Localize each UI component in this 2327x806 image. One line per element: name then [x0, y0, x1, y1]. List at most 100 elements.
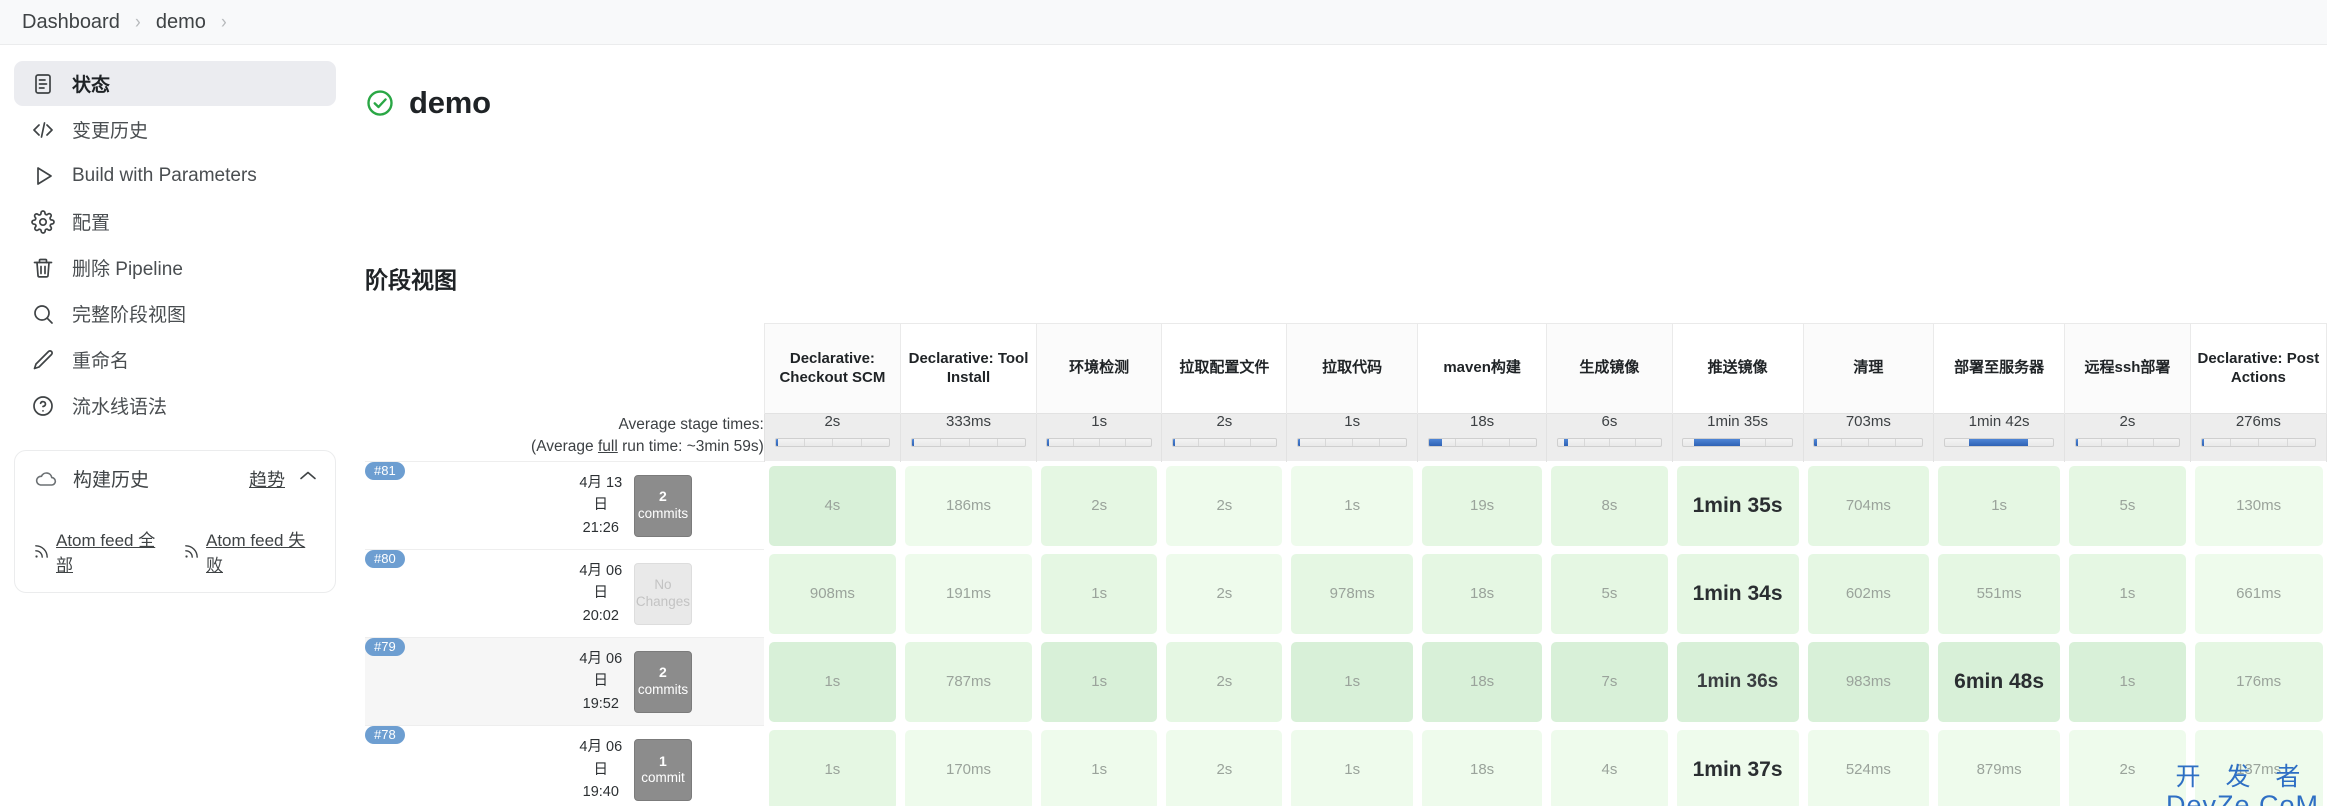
sidebar-item-pipeline-syntax[interactable]: 流水线语法 — [14, 383, 336, 428]
build-number-badge[interactable]: #81 — [365, 462, 405, 480]
stage-duration-cell[interactable]: 18s — [1416, 549, 1547, 638]
stage-duration-cell[interactable]: 1s — [1286, 637, 1418, 726]
stage-duration-cell[interactable]: 1min 35s — [1671, 461, 1804, 550]
atom-feed-failed-link[interactable]: Atom feed 失败 — [183, 526, 317, 576]
stage-duration-cell[interactable]: 1s — [1286, 725, 1418, 806]
build-row-edge — [744, 637, 765, 726]
stage-duration-cell[interactable]: 137ms — [2189, 725, 2327, 806]
changes-count: 1 — [659, 752, 667, 769]
stage-duration-cell[interactable]: 5s — [2064, 461, 2191, 550]
stage-duration-cell[interactable]: 661ms — [2189, 549, 2327, 638]
changes-badge[interactable]: 1 commit — [633, 738, 692, 801]
stage-duration-cell[interactable]: 1min 37s — [1671, 725, 1804, 806]
build-number-cell: #81 — [365, 461, 570, 550]
stage-duration-cell[interactable]: 704ms — [1802, 461, 1934, 550]
stage-duration-cell[interactable]: 2s — [1161, 637, 1287, 726]
stage-duration-cell[interactable]: 5s — [1546, 549, 1673, 638]
stage-duration-value: 1s — [2069, 641, 2186, 722]
sidebar-item-delete-pipeline[interactable]: 删除 Pipeline — [14, 245, 336, 290]
stage-duration-cell[interactable]: 1s — [763, 725, 901, 806]
stage-duration-value: 1min 35s — [1676, 465, 1799, 546]
stage-column-header: 拉取配置文件 — [1161, 323, 1287, 414]
build-number-badge[interactable]: #78 — [365, 726, 405, 744]
stage-duration-cell[interactable]: 879ms — [1933, 725, 2065, 806]
stage-duration-cell[interactable]: 602ms — [1802, 549, 1934, 638]
atom-feed-all-link[interactable]: Atom feed 全部 — [33, 526, 167, 576]
stage-duration-cell[interactable]: 1s — [2064, 637, 2191, 726]
stage-duration-cell[interactable]: 978ms — [1286, 549, 1418, 638]
stage-duration-cell[interactable]: 2s — [2064, 725, 2191, 806]
build-changes-cell: 2 commits — [632, 461, 694, 550]
stage-duration-cell[interactable]: 2s — [1161, 461, 1287, 550]
progress-fill — [1172, 438, 1175, 446]
stage-duration-cell[interactable]: 1min 36s — [1671, 637, 1804, 726]
stage-duration-cell[interactable]: 1s — [1036, 549, 1162, 638]
build-changes-cell: 2 commits — [632, 637, 694, 726]
stage-duration-cell[interactable]: 1s — [2064, 549, 2191, 638]
sidebar-item-rename[interactable]: 重命名 — [14, 337, 336, 382]
trash-icon — [30, 255, 56, 281]
stage-average-progress-bar — [1427, 437, 1537, 447]
sidebar-item-change-history[interactable]: 变更历史 — [14, 107, 336, 152]
stage-duration-value: 1s — [1041, 729, 1158, 806]
stage-duration-value: 1min 37s — [1676, 729, 1799, 806]
build-time: 19:52 — [582, 695, 619, 712]
stage-duration-cell[interactable]: 7s — [1546, 637, 1673, 726]
breadcrumb-item-demo[interactable]: demo — [150, 9, 212, 36]
changes-badge[interactable]: 2 commits — [633, 650, 692, 713]
changes-badge[interactable]: 2 commits — [633, 474, 692, 537]
stage-average-cell: 2s — [2064, 413, 2191, 462]
stage-column-header: Declarative: Post Actions — [2189, 323, 2327, 414]
sidebar-item-build-with-parameters[interactable]: Build with Parameters — [14, 153, 336, 198]
stage-duration-cell[interactable]: 1s — [763, 637, 901, 726]
build-number-badge[interactable]: #80 — [365, 550, 405, 568]
changes-badge[interactable]: No Changes — [633, 562, 692, 625]
stage-duration-cell[interactable]: 1min 34s — [1671, 549, 1804, 638]
build-number-badge[interactable]: #79 — [365, 638, 405, 656]
progress-tick — [1764, 438, 1766, 446]
stage-duration-cell[interactable]: 130ms — [2189, 461, 2327, 550]
breadcrumb-item-dashboard[interactable]: Dashboard — [16, 9, 126, 36]
pencil-icon — [30, 347, 56, 373]
stage-duration-cell[interactable]: 908ms — [763, 549, 901, 638]
build-date-day: 日 — [593, 497, 609, 514]
stage-duration-cell[interactable]: 8s — [1546, 461, 1673, 550]
stage-duration-cell[interactable]: 1s — [1036, 637, 1162, 726]
stage-duration-cell[interactable]: 2s — [1036, 461, 1162, 550]
sidebar-item-status[interactable]: 状态 — [14, 61, 336, 106]
stage-duration-cell[interactable]: 4s — [1546, 725, 1673, 806]
stage-duration-cell[interactable]: 551ms — [1933, 549, 2065, 638]
progress-tick — [832, 438, 834, 446]
sidebar-item-full-stage-view[interactable]: 完整阶段视图 — [14, 291, 336, 336]
atom-feed-all-label: Atom feed 全部 — [56, 531, 156, 575]
stage-duration-cell[interactable]: 186ms — [899, 461, 1037, 550]
stage-duration-cell[interactable]: 2s — [1161, 725, 1287, 806]
chevron-up-icon[interactable] — [299, 469, 317, 487]
progress-fill — [1563, 438, 1568, 446]
stage-duration-cell[interactable]: 191ms — [899, 549, 1037, 638]
build-row-spacer — [693, 637, 745, 726]
stage-duration-cell[interactable]: 170ms — [899, 725, 1037, 806]
stage-duration-cell[interactable]: 1s — [1036, 725, 1162, 806]
stage-duration-cell[interactable]: 524ms — [1802, 725, 1934, 806]
stage-duration-cell[interactable]: 19s — [1416, 461, 1547, 550]
header-gutter-cell — [569, 324, 632, 414]
stage-duration-cell[interactable]: 18s — [1416, 725, 1547, 806]
stage-duration-cell[interactable]: 176ms — [2189, 637, 2327, 726]
stage-duration-cell[interactable]: 2s — [1161, 549, 1287, 638]
stage-average-progress-bar — [1813, 437, 1924, 447]
sidebar-item-configure[interactable]: 配置 — [14, 199, 336, 244]
build-history-trend-link[interactable]: 趋势 — [249, 466, 285, 492]
stage-duration-cell[interactable]: 1s — [1286, 461, 1418, 550]
stage-duration-cell[interactable]: 6min 48s — [1933, 637, 2065, 726]
stage-column-header: 部署至服务器 — [1933, 323, 2065, 414]
stage-duration-cell[interactable]: 4s — [763, 461, 901, 550]
stage-duration-value: 170ms — [904, 729, 1033, 806]
stage-average-time: 2s — [2119, 413, 2136, 430]
stage-duration-cell[interactable]: 18s — [1416, 637, 1547, 726]
stage-duration-cell[interactable]: 983ms — [1802, 637, 1934, 726]
stage-duration-cell[interactable]: 787ms — [899, 637, 1037, 726]
stage-duration-value: 5s — [1551, 553, 1668, 634]
stage-duration-cell[interactable]: 1s — [1933, 461, 2065, 550]
progress-tick — [1841, 438, 1843, 446]
